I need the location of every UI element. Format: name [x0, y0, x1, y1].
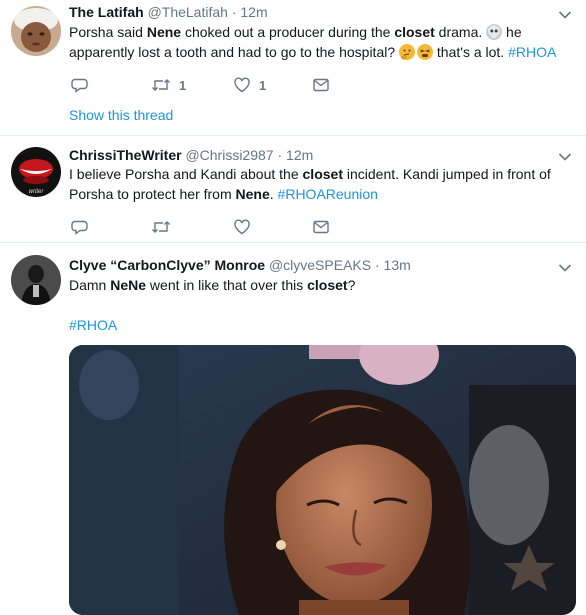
hashtag-link[interactable]: #RHOA	[69, 317, 117, 333]
timestamp[interactable]: 12m	[240, 4, 267, 20]
keyword-highlight: Nene	[235, 186, 270, 202]
hashtag-link[interactable]: #RHOAReunion	[278, 186, 378, 202]
tweet-actions	[69, 217, 349, 237]
tweet-text: I believe Porsha and Kandi about the clo…	[69, 166, 551, 202]
direct-message-icon	[313, 78, 329, 92]
user-handle[interactable]: @clyveSPEAKS	[269, 257, 371, 273]
heart-icon	[234, 77, 250, 93]
separator: ·	[374, 257, 380, 273]
separator: ·	[231, 4, 237, 20]
direct-message-button[interactable]	[312, 75, 330, 95]
keyword-highlight: Nene	[146, 24, 182, 40]
separator: ·	[277, 147, 283, 163]
display-name[interactable]: ChrissiTheWriter	[69, 147, 182, 163]
avatar[interactable]	[11, 255, 61, 305]
display-name[interactable]: Clyve “CarbonClyve” Monroe	[69, 257, 265, 273]
tweet[interactable]: The Latifah @TheLatifah · 12m Porsha sai…	[0, 0, 586, 135]
keyword-highlight: NeNe	[110, 277, 147, 293]
chevron-down-icon[interactable]	[558, 10, 572, 20]
timestamp[interactable]: 12m	[286, 147, 313, 163]
reply-icon	[71, 220, 88, 235]
direct-message-icon	[313, 220, 329, 234]
display-name[interactable]: The Latifah	[69, 4, 144, 20]
thinking-face-emoji	[399, 44, 416, 60]
heart-icon	[234, 219, 250, 235]
tweet-header: Clyve “CarbonClyve” Monroe @clyveSPEAKS …	[69, 256, 411, 274]
reply-button[interactable]	[71, 75, 89, 95]
show-this-thread-link[interactable]: Show this thread	[69, 107, 173, 123]
reply-button[interactable]	[71, 217, 89, 237]
timestamp[interactable]: 13m	[384, 257, 411, 273]
chevron-down-icon[interactable]	[558, 263, 572, 273]
keyword-highlight: closet	[394, 24, 435, 40]
retweet-icon	[152, 221, 170, 233]
svg-text:writer: writer	[29, 189, 45, 195]
tweet-text: Porsha said Nene choked out a producer d…	[69, 24, 557, 60]
user-handle[interactable]: @TheLatifah	[148, 4, 228, 20]
retweet-button[interactable]	[151, 217, 171, 237]
retweet-icon	[152, 79, 170, 91]
avatar[interactable]	[11, 6, 61, 56]
tweet-text: Damn NeNe went in like that over this cl…	[69, 277, 356, 293]
direct-message-button[interactable]	[312, 217, 330, 237]
hashtag-link[interactable]: #RHOA	[508, 44, 556, 60]
avatar[interactable]: writer	[11, 147, 61, 197]
keyword-highlight: closet	[302, 166, 343, 182]
tweet-actions: 1 1	[69, 75, 349, 95]
chevron-down-icon[interactable]	[558, 152, 572, 162]
like-button[interactable]	[233, 217, 251, 237]
like-button[interactable]: 1	[233, 75, 266, 95]
user-handle[interactable]: @Chrissi2987	[185, 147, 273, 163]
tired-face-emoji	[417, 44, 434, 60]
tweet-hashtag-line: #RHOA	[69, 315, 574, 335]
tweet-header: The Latifah @TheLatifah · 12m	[69, 3, 268, 21]
skull-emoji	[486, 24, 503, 40]
retweet-button[interactable]: 1	[151, 75, 186, 95]
tweet[interactable]: writer ChrissiTheWriter @Chrissi2987 · 1…	[0, 136, 586, 242]
retweet-count: 1	[179, 77, 187, 93]
like-count: 1	[259, 77, 267, 93]
reply-icon	[71, 78, 88, 93]
keyword-highlight: closet	[307, 277, 348, 293]
tweet-header: ChrissiTheWriter @Chrissi2987 · 12m	[69, 146, 313, 164]
gif-image[interactable]	[69, 345, 576, 615]
